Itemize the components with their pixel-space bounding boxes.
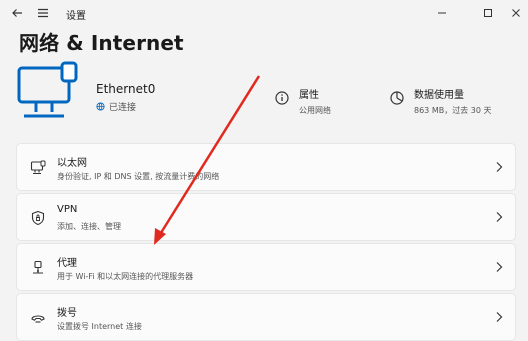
- annotation-arrow: [154, 75, 261, 245]
